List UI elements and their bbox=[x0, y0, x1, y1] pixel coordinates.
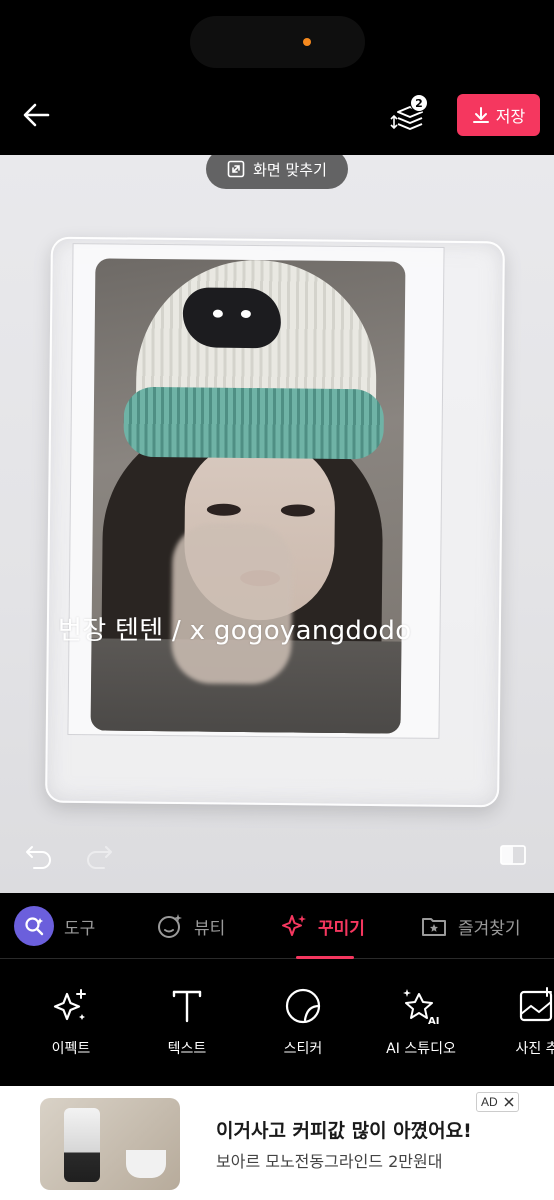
tool-sticker-label: 스티커 bbox=[283, 1041, 323, 1057]
ad-label: AD bbox=[481, 1095, 498, 1109]
tab-decorate-label: 꾸미기 bbox=[318, 918, 365, 939]
back-arrow-icon bbox=[23, 103, 50, 127]
tool-add-photo[interactable]: 사진 추 bbox=[482, 986, 554, 1058]
tool-effect-label: 이펙트 bbox=[51, 1041, 91, 1057]
undo-button[interactable] bbox=[24, 841, 54, 869]
save-label: 저장 bbox=[495, 107, 526, 126]
redo-icon bbox=[87, 846, 112, 869]
photo-beanie-patch bbox=[182, 287, 282, 349]
tool-text-label: 텍스트 bbox=[167, 1041, 207, 1057]
tool-effect[interactable]: 이펙트 bbox=[16, 986, 126, 1058]
ai-studio-icon: AI bbox=[403, 989, 439, 1026]
dynamic-island bbox=[190, 16, 365, 68]
tab-favorites[interactable]: 즐겨찾기 bbox=[420, 893, 521, 959]
tool-ai-studio-label: AI 스튜디오 bbox=[386, 1041, 456, 1057]
expand-icon bbox=[227, 160, 245, 178]
photocard-image bbox=[90, 258, 406, 734]
ad-title: 이거사고 커피값 많이 아꼈어요! bbox=[216, 1120, 472, 1142]
fit-screen-button[interactable]: 화면 맞추기 bbox=[206, 155, 348, 189]
ad-cup-illustration bbox=[126, 1150, 166, 1178]
sparkle-icon bbox=[282, 915, 306, 936]
top-bar: 2 저장 bbox=[0, 90, 554, 140]
tab-decorate[interactable]: 꾸미기 bbox=[280, 893, 365, 959]
ad-badge[interactable]: AD bbox=[476, 1092, 519, 1112]
tab-favorites-label: 즐겨찾기 bbox=[458, 918, 521, 939]
favorites-folder-icon bbox=[422, 918, 446, 936]
ad-product-image bbox=[40, 1098, 180, 1190]
back-button[interactable] bbox=[20, 98, 54, 132]
tool-text[interactable]: 텍스트 bbox=[132, 986, 242, 1058]
tab-beauty[interactable]: 뷰티 bbox=[156, 893, 225, 959]
active-tab-indicator bbox=[296, 956, 354, 959]
tab-beauty-label: 뷰티 bbox=[194, 918, 226, 939]
ad-subtitle: 보아르 모노전동그라인드 2만원대 bbox=[216, 1152, 443, 1171]
tab-tools[interactable]: 도구 bbox=[14, 893, 95, 959]
decorate-tools-row: 이펙트 텍스트 스티커 AI AI 스튜디오 사진 추 bbox=[0, 960, 554, 1086]
beauty-face-icon bbox=[158, 914, 182, 938]
effect-sparkle-icon bbox=[53, 989, 86, 1021]
photo-hand-blurred bbox=[171, 523, 293, 685]
watermark-text-overlay[interactable]: 번장 텐텐 / x gogoyangdodo bbox=[58, 610, 411, 647]
camera-indicator-dot bbox=[303, 38, 311, 46]
tab-tools-label: 도구 bbox=[64, 918, 96, 939]
svg-text:AI: AI bbox=[428, 1016, 439, 1026]
compare-icon bbox=[500, 845, 526, 865]
compare-button[interactable] bbox=[498, 841, 528, 869]
sticker-icon bbox=[285, 988, 321, 1024]
download-icon bbox=[472, 107, 489, 123]
redo-button[interactable] bbox=[84, 841, 114, 869]
close-icon[interactable] bbox=[504, 1097, 514, 1107]
photo-left-eye bbox=[206, 503, 241, 516]
tool-search-icon bbox=[14, 906, 54, 946]
ad-banner[interactable]: 이거사고 커피값 많이 아꼈어요! 보아르 모노전동그라인드 2만원대 AD bbox=[0, 1086, 554, 1200]
text-icon bbox=[172, 990, 202, 1023]
layers-count-badge: 2 bbox=[410, 94, 428, 112]
tool-add-photo-label: 사진 추 bbox=[515, 1041, 554, 1057]
category-tabs: 도구 뷰티 꾸미기 즐겨찾기 bbox=[0, 893, 554, 959]
editor-canvas[interactable]: 번장 텐텐 / x gogoyangdodo 화면 맞추기 bbox=[0, 155, 554, 893]
add-photo-icon bbox=[519, 987, 553, 1022]
tool-ai-studio[interactable]: AI AI 스튜디오 bbox=[366, 986, 476, 1058]
photo-right-eye bbox=[280, 504, 315, 517]
save-button[interactable]: 저장 bbox=[457, 94, 540, 136]
tool-sticker[interactable]: 스티커 bbox=[248, 986, 358, 1058]
fit-screen-label: 화면 맞추기 bbox=[253, 160, 327, 179]
photo-beanie-band bbox=[123, 386, 385, 460]
ad-grinder-illustration bbox=[64, 1108, 100, 1182]
undo-icon bbox=[26, 846, 51, 869]
